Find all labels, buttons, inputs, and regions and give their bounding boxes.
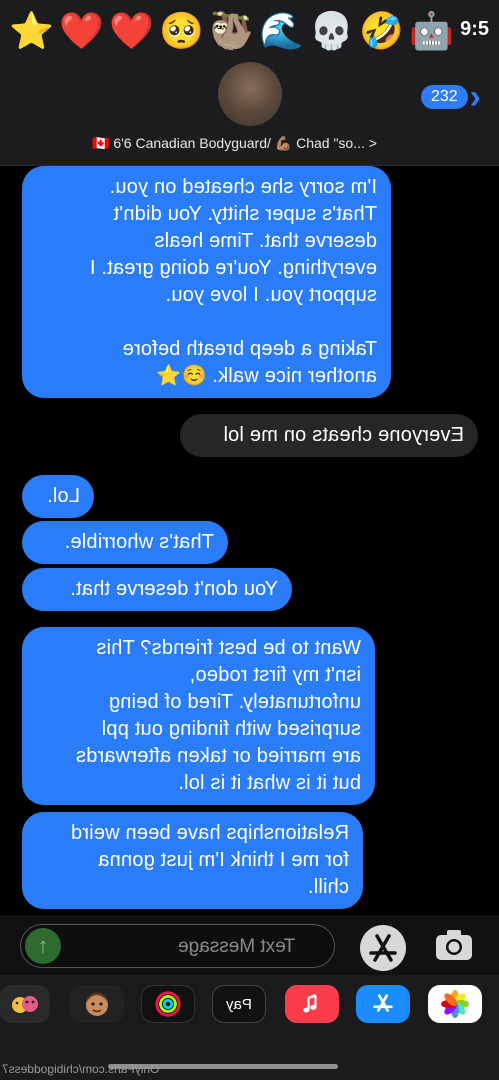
message-bubble-received[interactable]: Want to be best friends? This isn't my f… [22,627,375,805]
watermark-text: OnlyFans.com/chibigoddess7 [2,1062,160,1076]
pleading-face-emoji: 🥺 [159,11,204,52]
send-arrow-icon[interactable]: ↑ [25,928,61,964]
animoji-icon[interactable] [0,985,50,1023]
camera-icon[interactable] [434,928,474,962]
contact-avatar[interactable] [218,62,282,126]
apple-pay-label: Pay [226,995,252,1013]
back-button[interactable]: 232 › [420,78,481,116]
heart-emoji: ❤️ [109,11,154,52]
status-time: 9:5 [460,18,489,40]
music-note-glyph [303,994,317,1013]
animoji-stickers-glyph [12,996,38,1013]
photos-icon[interactable] [428,985,482,1023]
star-emoji: ⭐ [9,11,54,52]
app-store-button[interactable] [360,925,406,971]
memoji-face-glyph [86,992,108,1016]
app-store-icon [369,934,397,962]
apple-pay-icon[interactable]: Pay [212,985,266,1023]
app-store-glyph [373,994,393,1012]
wave-emoji: 🌊 [259,11,304,52]
message-bubble-received[interactable]: That's whorrible. [22,521,228,564]
app-store-app-icon[interactable] [356,985,410,1023]
skull-emoji: 💀 [309,11,354,52]
activity-rings-glyph [155,991,181,1017]
sloth-emoji: 🦥 [209,11,254,52]
contact-name[interactable]: 🇨🇦 6'6 Canadian Bodyguard/ 💪🏽 Chad "so..… [92,135,377,152]
message-bubble-sent[interactable]: Everyone cheats on me lol [180,414,478,457]
message-bubble-received[interactable]: I'm sorry she cheated on you. That's sup… [22,166,391,398]
message-input-placeholder: Text Message [178,936,296,957]
fitness-icon[interactable] [141,985,195,1023]
robot-emoji: 🤖 [409,11,454,52]
rofl-emoji: 🤣 [359,11,404,52]
message-bubble-received[interactable]: Relationships have been weird for me I t… [22,812,363,909]
message-bubble-received[interactable]: Lol. [22,475,94,518]
emoji-overlay-row: ⭐ ❤️ ❤️ 🥺 🦥 🌊 💀 🤣 🤖 [8,6,455,58]
music-icon[interactable] [285,985,339,1023]
memoji-icon[interactable] [70,985,124,1023]
heart-emoji: ❤️ [59,11,104,52]
photos-flower [441,990,469,1018]
message-bubble-received[interactable]: You don't deserve that. [22,568,292,611]
chevron-right-icon: › [469,78,481,116]
unread-count-badge: 232 [420,85,468,109]
